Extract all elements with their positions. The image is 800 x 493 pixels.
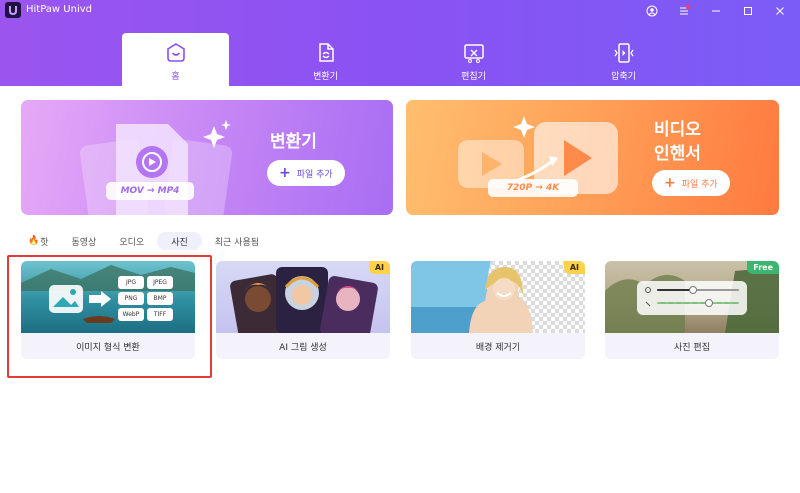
converter-add-file-label: 파일 추가 [296,169,333,180]
compressor-icon [613,43,634,63]
minimize-button[interactable] [706,2,726,20]
background-remover-label: 배경 제거기 [475,342,521,353]
converter-icon [318,43,334,62]
user-icon [646,5,658,17]
converter-format-badge: MOV → MP4 [106,182,194,200]
tab-editor-label: 편집기 [461,72,486,82]
fire-icon: 🔥 [28,236,40,246]
enhancer-add-file-button[interactable]: + 파일 추가 [652,170,730,196]
filter-recent[interactable]: 최근 사용됨 [215,232,259,250]
enhancer-resolution-badge: 720P → 4K [488,179,578,197]
filter-hot[interactable]: 🔥 핫 [28,232,49,250]
title-bar: HitPaw Univd [0,0,800,22]
home-icon [166,43,185,62]
plus-icon: + [279,165,291,181]
video-enhancer-banner[interactable]: 720P → 4K 비디오 인핸서 + 파일 추가 [406,100,779,215]
photo-editor-label: 사진 편집 [674,342,710,353]
ai-badge: AI [368,261,390,274]
free-badge: Free [747,261,779,274]
ai-image-generator-card[interactable]: AI AI 그림 생성 [216,261,390,359]
plus-icon: + [664,175,676,191]
tab-converter-label: 변환기 [313,72,338,82]
close-icon [776,7,784,15]
ai-portraits [230,267,378,333]
enhancer-banner-title-line2: 인핸서 [654,144,701,164]
menu-button[interactable] [674,2,694,20]
photo-editor-card[interactable]: Free 사진 편집 [605,261,779,359]
maximize-button[interactable] [738,2,758,20]
tab-home[interactable]: 홈 [122,33,229,86]
selection-highlight [7,255,212,378]
app-logo [5,2,21,18]
minimize-icon [712,10,720,12]
close-button[interactable] [770,2,790,20]
tab-converter[interactable]: 변환기 [272,33,379,86]
converter-add-file-button[interactable]: + 파일 추가 [267,160,345,186]
background-remover-card[interactable]: AI 배경 제거기 [411,261,585,359]
converter-banner-title: 변환기 [270,132,317,152]
ai-badge: AI [563,261,585,274]
tab-home-label: 홈 [171,72,180,82]
notification-dot [686,5,690,9]
app-logo-icon [9,6,17,16]
filter-photo[interactable]: 사진 [157,232,202,250]
app-title: HitPaw Univd [26,4,92,15]
ai-generator-thumbnail [216,261,390,333]
filter-hot-label: 핫 [40,237,49,248]
enhancer-illustration [458,116,618,194]
tab-compressor[interactable]: 압축기 [570,33,677,86]
background-remover-thumbnail [411,261,585,333]
ai-generator-label: AI 그림 생성 [279,342,327,353]
converter-banner[interactable]: MOV → MP4 변환기 + 파일 추가 [21,100,393,215]
account-button[interactable] [642,2,662,20]
header: HitPaw Univd 홈 변환기 편집기 압축기 [0,0,800,86]
editor-icon [463,44,484,63]
background-remover-scene [411,261,585,333]
enhancer-add-file-label: 파일 추가 [681,179,718,190]
filter-video[interactable]: 동영상 [72,232,97,250]
tab-editor[interactable]: 편집기 [420,33,527,86]
tab-compressor-label: 압축기 [611,72,636,82]
maximize-icon [744,7,752,15]
filter-audio[interactable]: 오디오 [119,232,144,250]
category-filters: 🔥 핫 동영상 오디오 사진 최근 사용됨 [28,232,282,250]
enhancer-banner-title-line1: 비디오 [654,120,701,140]
